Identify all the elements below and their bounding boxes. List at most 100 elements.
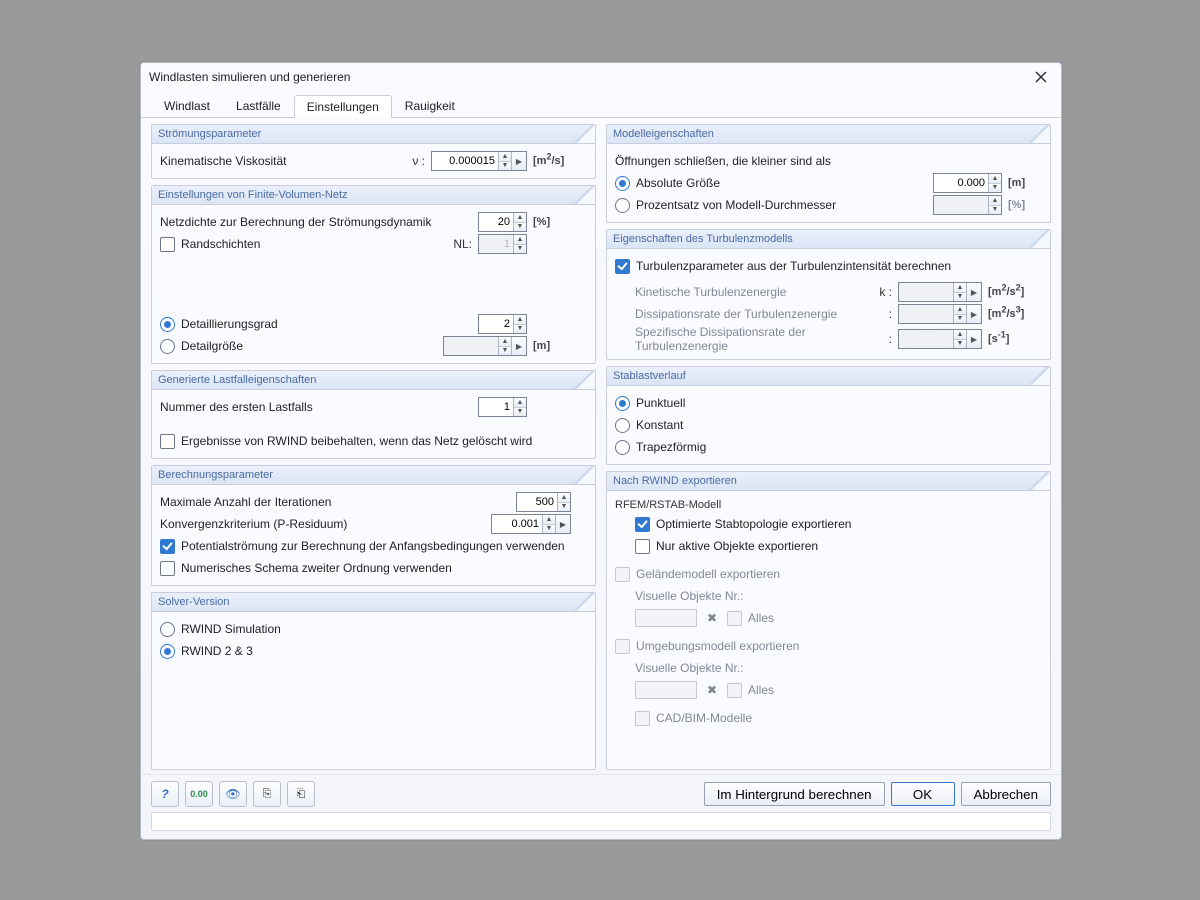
help-button[interactable]: ? bbox=[151, 781, 179, 807]
group-turbulence-title: Eigenschaften des Turbulenzmodells bbox=[607, 230, 1050, 249]
paste-button[interactable]: ⎗ bbox=[287, 781, 315, 807]
mesh-density-input[interactable]: ▲▼ bbox=[478, 212, 527, 232]
checkbox-icon bbox=[160, 561, 175, 576]
turb-k-input: ▲▼▶ bbox=[898, 282, 982, 302]
detailsize-unit: [m] bbox=[533, 340, 587, 352]
memberload-konstant-radio[interactable]: Konstant bbox=[615, 418, 683, 433]
group-calc-title: Berechnungsparameter bbox=[152, 466, 595, 485]
terrain-visobj-label: Visuelle Objekte Nr.: bbox=[635, 589, 744, 603]
radio-icon bbox=[160, 317, 175, 332]
viscosity-input[interactable]: ▲▼ ▶ bbox=[431, 151, 527, 171]
tab-einstellungen[interactable]: Einstellungen bbox=[294, 95, 392, 118]
pick-icon: ✖ bbox=[703, 609, 721, 627]
viscosity-symbol: ν : bbox=[407, 154, 425, 168]
solver-rwind-sim-radio[interactable]: RWIND Simulation bbox=[160, 622, 281, 637]
percent-unit: [%] bbox=[1008, 199, 1042, 211]
checkbox-icon bbox=[727, 683, 742, 698]
checkbox-icon bbox=[727, 611, 742, 626]
ruler-icon: 0.00 bbox=[190, 789, 208, 799]
detaillevel-radio[interactable]: Detaillierungsgrad bbox=[160, 317, 278, 332]
potentialflow-check[interactable]: Potentialströmung zur Berechnung der Anf… bbox=[160, 539, 565, 554]
dialog-body: Strömungsparameter Kinematische Viskosit… bbox=[141, 118, 1061, 774]
mesh-density-unit: [%] bbox=[533, 216, 587, 228]
turb-omega-label: Spezifische Dissipationsrate der Turbule… bbox=[635, 325, 868, 353]
checkbox-icon bbox=[160, 539, 175, 554]
copy-icon: ⎘ bbox=[263, 788, 272, 801]
checkbox-icon bbox=[615, 639, 630, 654]
checkbox-icon bbox=[160, 434, 175, 449]
env-visobj-input bbox=[635, 681, 697, 699]
maxiter-input[interactable]: ▲▼ bbox=[516, 492, 571, 512]
export-opt-topo-check[interactable]: Optimierte Stabtopologie exportieren bbox=[635, 517, 851, 532]
group-export: Nach RWIND exportieren RFEM/RSTAB-Modell… bbox=[606, 471, 1051, 770]
status-bar bbox=[151, 812, 1051, 831]
terrain-all-check: Alles bbox=[727, 611, 774, 626]
absolute-size-radio[interactable]: Absolute Größe bbox=[615, 176, 720, 191]
right-column: Modelleigenschaften Öffnungen schließen,… bbox=[606, 124, 1051, 770]
close-button[interactable] bbox=[1029, 67, 1053, 87]
checkbox-icon bbox=[635, 539, 650, 554]
close-openings-label: Öffnungen schließen, die kleiner sind al… bbox=[615, 154, 1042, 168]
background-calc-button[interactable]: Im Hintergrund berechnen bbox=[704, 782, 885, 806]
tab-bar: Windlast Lastfälle Einstellungen Rauigke… bbox=[141, 91, 1061, 118]
keep-results-check[interactable]: Ergebnisse von RWIND beibehalten, wenn d… bbox=[160, 434, 532, 449]
copy-button[interactable]: ⎘ bbox=[253, 781, 281, 807]
export-active-only-check[interactable]: Nur aktive Objekte exportieren bbox=[635, 539, 818, 554]
viscosity-unit: [m2/s] bbox=[533, 155, 587, 167]
detaillevel-input[interactable]: ▲▼ bbox=[478, 314, 527, 334]
terrain-visobj-input bbox=[635, 609, 697, 627]
eye-icon: 👁 bbox=[225, 787, 240, 801]
first-lc-label: Nummer des ersten Lastfalls bbox=[160, 400, 472, 414]
absolute-size-unit: [m] bbox=[1008, 177, 1042, 189]
group-export-title: Nach RWIND exportieren bbox=[607, 472, 1050, 491]
group-fvm: Einstellungen von Finite-Volumen-Netz Ne… bbox=[151, 185, 596, 364]
convergence-input[interactable]: ▲▼ ▶ bbox=[491, 514, 571, 534]
env-all-check: Alles bbox=[727, 683, 774, 698]
tab-lastfaelle[interactable]: Lastfälle bbox=[223, 94, 294, 117]
radio-icon bbox=[160, 622, 175, 637]
detailsize-radio[interactable]: Detailgröße bbox=[160, 339, 243, 354]
help-icon: ? bbox=[161, 787, 168, 801]
tab-windlast[interactable]: Windlast bbox=[151, 94, 223, 117]
group-memberload-title: Stablastverlauf bbox=[607, 367, 1050, 386]
checkbox-icon bbox=[615, 567, 630, 582]
radio-icon bbox=[615, 176, 630, 191]
group-model-title: Modelleigenschaften bbox=[607, 125, 1050, 144]
memberload-trapez-radio[interactable]: Trapezförmig bbox=[615, 440, 706, 455]
radio-icon bbox=[615, 418, 630, 433]
percent-radio[interactable]: Prozentsatz von Modell-Durchmesser bbox=[615, 198, 836, 213]
window-title: Windlasten simulieren und generieren bbox=[149, 70, 350, 84]
turb-from-intensity-check[interactable]: Turbulenzparameter aus der Turbulenzinte… bbox=[615, 259, 951, 274]
secondorder-check[interactable]: Numerisches Schema zweiter Ordnung verwe… bbox=[160, 561, 452, 576]
convergence-label: Konvergenzkriterium (P-Residuum) bbox=[160, 517, 485, 531]
view-button[interactable]: 👁 bbox=[219, 781, 247, 807]
turb-omega-input: ▲▼▶ bbox=[898, 329, 982, 349]
radio-icon bbox=[160, 339, 175, 354]
ok-button[interactable]: OK bbox=[891, 782, 955, 806]
paste-icon: ⎗ bbox=[297, 788, 306, 801]
export-terrain-check: Geländemodell exportieren bbox=[615, 567, 780, 582]
tab-rauigkeit[interactable]: Rauigkeit bbox=[392, 94, 468, 117]
units-button[interactable]: 0.00 bbox=[185, 781, 213, 807]
titlebar: Windlasten simulieren und generieren bbox=[141, 63, 1061, 91]
absolute-size-input[interactable]: ▲▼ bbox=[933, 173, 1002, 193]
mesh-density-label: Netzdichte zur Berechnung der Strömungsd… bbox=[160, 215, 472, 229]
detailsize-input: ▲▼ ▶ bbox=[443, 336, 527, 356]
first-lc-input[interactable]: ▲▼ bbox=[478, 397, 527, 417]
group-flow-title: Strömungsparameter bbox=[152, 125, 595, 144]
cancel-button[interactable]: Abbrechen bbox=[961, 782, 1051, 806]
viscosity-label: Kinematische Viskosität bbox=[160, 154, 401, 168]
group-fvm-title: Einstellungen von Finite-Volumen-Netz bbox=[152, 186, 595, 205]
boundary-layers-check[interactable]: Randschichten bbox=[160, 237, 260, 252]
memberload-punktuell-radio[interactable]: Punktuell bbox=[615, 396, 685, 411]
solver-rwind23-radio[interactable]: RWIND 2 & 3 bbox=[160, 644, 253, 659]
export-env-check: Umgebungsmodell exportieren bbox=[615, 639, 799, 654]
group-model: Modelleigenschaften Öffnungen schließen,… bbox=[606, 124, 1051, 223]
group-flow: Strömungsparameter Kinematische Viskosit… bbox=[151, 124, 596, 179]
nl-input: ▲▼ bbox=[478, 234, 527, 254]
close-icon bbox=[1035, 71, 1047, 83]
dialog-window: Windlasten simulieren und generieren Win… bbox=[140, 62, 1062, 840]
left-column: Strömungsparameter Kinematische Viskosit… bbox=[151, 124, 596, 770]
group-turbulence: Eigenschaften des Turbulenzmodells Turbu… bbox=[606, 229, 1051, 360]
footer-icon-bar: ? 0.00 👁 ⎘ ⎗ bbox=[151, 781, 315, 807]
